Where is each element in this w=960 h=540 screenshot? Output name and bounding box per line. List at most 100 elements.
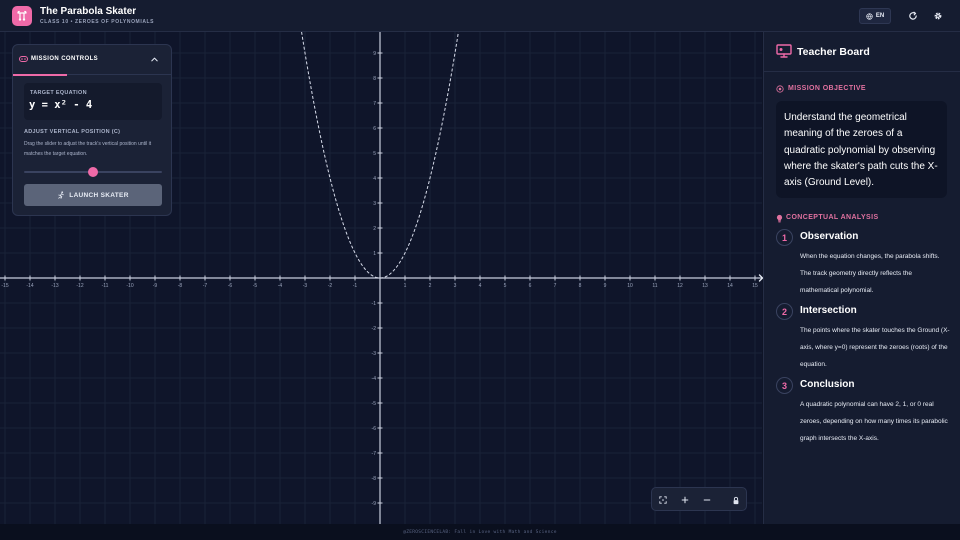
x-tick-label: -14 [26, 283, 33, 289]
x-tick-label: -1 [353, 283, 358, 289]
target-equation: y = x² - 4 [29, 99, 93, 111]
x-tick-label: 10 [627, 283, 633, 289]
step-number-1: 1 [776, 229, 793, 246]
teacher-board-header: Teacher Board [764, 32, 960, 72]
y-tick-label: 1 [373, 251, 376, 257]
x-tick-label: -6 [228, 283, 233, 289]
adjust-position-description: Drag the slider to adjust the track's ve… [24, 141, 152, 157]
y-tick-label: 4 [373, 176, 376, 182]
x-tick-label: 5 [504, 283, 507, 289]
target-equation-label: TARGET EQUATION [30, 90, 87, 96]
y-tick-label: 5 [373, 151, 376, 157]
mission-controls-header[interactable]: MISSION CONTROLS [13, 45, 171, 76]
crosshair-icon [659, 496, 667, 504]
lock-button[interactable] [729, 493, 743, 507]
mission-objective-text: Understand the geometrical meaning of th… [784, 112, 938, 189]
x-tick-label: 11 [652, 283, 657, 289]
step-title-observation: Observation [800, 231, 859, 242]
minus-icon [703, 499, 711, 501]
x-tick-label: -3 [303, 283, 308, 289]
adjust-position-label: ADJUST VERTICAL POSITION (C) [24, 129, 121, 135]
x-tick-label: -2 [328, 283, 333, 289]
x-tick-label: 6 [529, 283, 532, 289]
y-tick-label: -7 [372, 451, 377, 457]
zoom-out-button[interactable] [700, 493, 714, 507]
x-tick-label: -5 [253, 283, 258, 289]
x-tick-label: 12 [677, 283, 683, 289]
app-subtitle: CLASS 10 • ZEROES OF POLYNOMIALS [40, 19, 155, 25]
target-equation-box: TARGET EQUATION y = x² - 4 [24, 83, 162, 120]
conceptual-analysis-label: CONCEPTUAL ANALYSIS [786, 214, 879, 221]
language-button[interactable]: EN [859, 8, 891, 24]
y-tick-label: -5 [372, 401, 377, 407]
skate-logo-icon [17, 10, 27, 21]
launch-skater-label: LAUNCH SKATER [69, 191, 129, 199]
lock-icon [733, 496, 739, 504]
x-tick-label: 9 [604, 283, 607, 289]
step-title-conclusion: Conclusion [800, 379, 855, 390]
app-logo [12, 6, 32, 26]
y-tick-label: -2 [372, 326, 377, 332]
y-tick-label: -3 [372, 351, 377, 357]
x-tick-label: -15 [1, 283, 8, 289]
step-number-3: 3 [776, 377, 793, 394]
x-tick-label: -8 [178, 283, 183, 289]
y-tick-label: -1 [372, 301, 377, 307]
x-tick-label: 7 [554, 283, 557, 289]
mission-tab-indicator [13, 74, 67, 76]
globe-icon [866, 12, 873, 20]
x-tick-label: -11 [102, 283, 109, 289]
x-tick-label: 2 [429, 283, 432, 289]
y-tick-label: 3 [373, 201, 376, 207]
gamepad-icon [19, 56, 28, 62]
presentation-board-icon [776, 44, 792, 58]
reset-button[interactable] [907, 10, 919, 22]
target-icon [776, 85, 784, 93]
y-tick-label: -4 [372, 376, 377, 382]
x-tick-label: 3 [454, 283, 457, 289]
top-bar: The Parabola Skater CLASS 10 • ZEROES OF… [0, 0, 960, 32]
y-tick-label: -6 [372, 426, 377, 432]
skater-icon [58, 191, 65, 199]
step-text-intersection: The points where the skater touches the … [800, 327, 950, 368]
graph-toolbar [651, 487, 747, 511]
refresh-icon [909, 11, 917, 20]
x-tick-label: -4 [278, 283, 283, 289]
y-tick-label: 9 [373, 51, 376, 57]
x-tick-label: 13 [702, 283, 708, 289]
y-tick-label: -8 [372, 476, 377, 482]
x-tick-label: -9 [153, 283, 158, 289]
x-tick-label: -10 [126, 283, 133, 289]
mission-controls-panel: MISSION CONTROLS TARGET EQUATION y = x² … [12, 44, 172, 216]
footer-credit: @ZEROSCIENCELAB: Fall in Love with Math … [0, 524, 960, 540]
zoom-in-button[interactable] [678, 493, 692, 507]
mission-objective-label: MISSION OBJECTIVE [788, 85, 866, 92]
recenter-button[interactable] [656, 493, 670, 507]
app-title: The Parabola Skater [40, 6, 137, 17]
chevron-up-icon[interactable] [150, 55, 159, 64]
x-tick-label: 4 [479, 283, 482, 289]
y-tick-label: 8 [373, 76, 376, 82]
y-tick-label: 7 [373, 101, 376, 107]
step-text-observation: When the equation changes, the parabola … [800, 253, 940, 294]
x-tick-label: -7 [203, 283, 208, 289]
mission-objective-box: Understand the geometrical meaning of th… [776, 101, 947, 198]
step-number-2: 2 [776, 303, 793, 320]
slider-thumb[interactable] [88, 167, 98, 177]
app-root: The Parabola Skater CLASS 10 • ZEROES OF… [0, 0, 960, 540]
y-tick-label: 6 [373, 126, 376, 132]
y-tick-label: -9 [372, 501, 377, 507]
x-tick-label: -12 [76, 283, 83, 289]
step-title-intersection: Intersection [800, 305, 857, 316]
lightbulb-icon [776, 214, 783, 223]
x-tick-label: 1 [404, 283, 407, 289]
gear-icon [934, 12, 942, 20]
mission-controls-title: MISSION CONTROLS [31, 56, 99, 62]
language-label: EN [875, 13, 885, 19]
x-tick-label: -13 [51, 283, 58, 289]
teacher-board-panel: Teacher Board MISSION OBJECTIVE Understa… [763, 32, 960, 524]
settings-button[interactable] [932, 10, 944, 22]
x-tick-label: 8 [579, 283, 582, 289]
x-tick-label: 14 [727, 283, 733, 289]
launch-skater-button[interactable]: LAUNCH SKATER [24, 184, 162, 206]
